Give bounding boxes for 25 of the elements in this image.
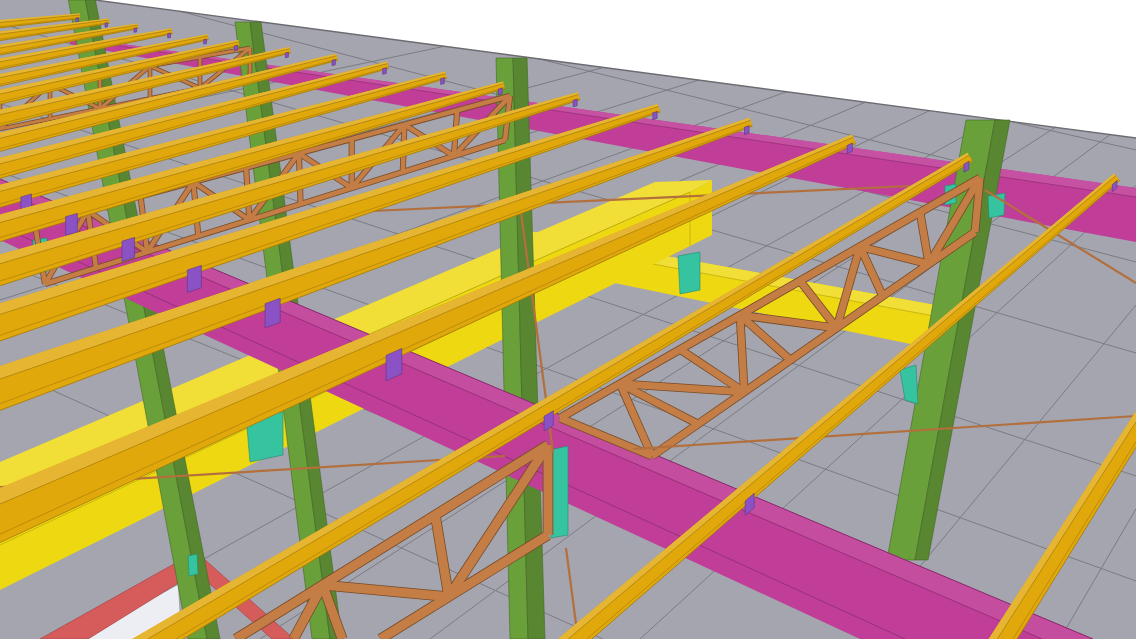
- purlin-clip: [285, 52, 289, 59]
- purlin-clip: [264, 298, 281, 329]
- connection-plate: [944, 183, 957, 206]
- purlin-clip: [382, 67, 387, 75]
- purlin-clip: [744, 125, 750, 135]
- connection-plate: [899, 364, 919, 405]
- purlin-clip: [498, 87, 503, 96]
- purlin-clip: [167, 32, 171, 39]
- purlin-clip: [75, 17, 79, 23]
- connection-plate: [187, 553, 199, 577]
- purlin-clip: [543, 410, 554, 432]
- purlin-clip: [1112, 180, 1118, 193]
- purlin-clip: [133, 27, 137, 33]
- purlin-clip: [572, 98, 578, 108]
- connection-plate: [987, 192, 1006, 219]
- purlin-clip: [963, 160, 970, 173]
- purlin-clip: [846, 142, 853, 154]
- purlin-clip: [440, 77, 445, 85]
- purlin-clip: [203, 38, 207, 45]
- purlin-clip: [652, 111, 658, 120]
- purlin-clip: [234, 44, 238, 52]
- purlin-clip: [744, 493, 755, 516]
- purlin-clip: [104, 22, 108, 28]
- purlin-clip: [187, 265, 202, 293]
- purlin-clip: [121, 237, 135, 262]
